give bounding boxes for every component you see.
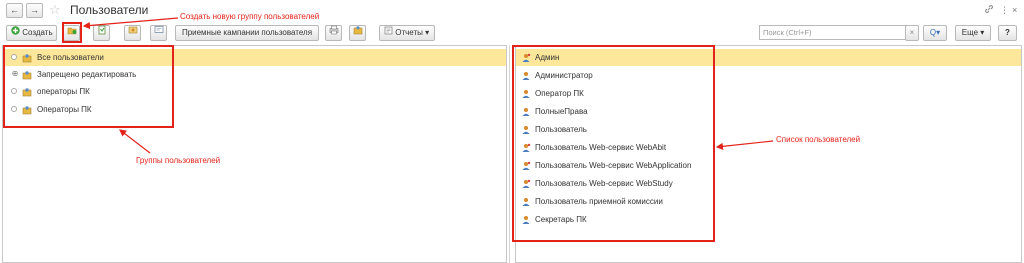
- chevron-down-icon: ▾: [980, 28, 985, 37]
- move-to-group-button[interactable]: [124, 25, 141, 41]
- panel-divider[interactable]: [509, 45, 510, 263]
- group-move-icon: [128, 26, 138, 40]
- more-label: Еще: [961, 28, 979, 37]
- groups-highlight: [3, 45, 174, 128]
- print-button[interactable]: [325, 25, 342, 41]
- link-icon[interactable]: [984, 4, 994, 17]
- more-button[interactable]: Еще ▾: [955, 25, 991, 41]
- chevron-down-icon: ▾: [425, 28, 430, 38]
- users-highlight: [512, 45, 715, 242]
- users-annotation: Список пользователей: [776, 135, 861, 144]
- search-input[interactable]: Поиск (Ctrl+F): [759, 25, 907, 40]
- plus-icon: [11, 26, 20, 40]
- printer-icon: [329, 25, 339, 40]
- create-button[interactable]: Создать: [6, 25, 57, 41]
- title-bar: ← → ☆ Пользователи ⋮ ×: [0, 0, 1024, 22]
- clear-search-button[interactable]: ×: [905, 25, 919, 41]
- help-button[interactable]: ?: [998, 25, 1017, 41]
- comment-button[interactable]: [150, 25, 167, 41]
- forward-button[interactable]: →: [26, 3, 43, 18]
- favorite-star-icon[interactable]: ☆: [49, 2, 61, 17]
- reports-label: Отчеты: [395, 28, 423, 38]
- back-button[interactable]: ←: [6, 3, 23, 18]
- report-icon: [384, 26, 393, 40]
- close-icon[interactable]: ×: [1012, 4, 1017, 16]
- copy-icon: [97, 25, 107, 40]
- campaigns-button[interactable]: Приемные кампании пользователя: [175, 25, 319, 41]
- copy-button[interactable]: [93, 25, 110, 41]
- groups-annotation: Группы пользователей: [136, 156, 221, 165]
- page-title: Пользователи: [70, 3, 149, 17]
- create-group-highlight: [62, 22, 82, 43]
- chevron-down-icon: ▾: [936, 28, 941, 37]
- users-icon: [353, 26, 363, 40]
- more-vertical-icon[interactable]: ⋮: [1000, 4, 1009, 16]
- users-group-button[interactable]: [349, 25, 366, 41]
- create-group-annotation: Создать новую группу пользователей: [180, 12, 320, 21]
- comment-icon: [154, 26, 164, 40]
- create-label: Создать: [22, 28, 53, 38]
- reports-button[interactable]: Отчеты ▾: [379, 25, 435, 41]
- search-button[interactable]: Q▾: [923, 25, 947, 41]
